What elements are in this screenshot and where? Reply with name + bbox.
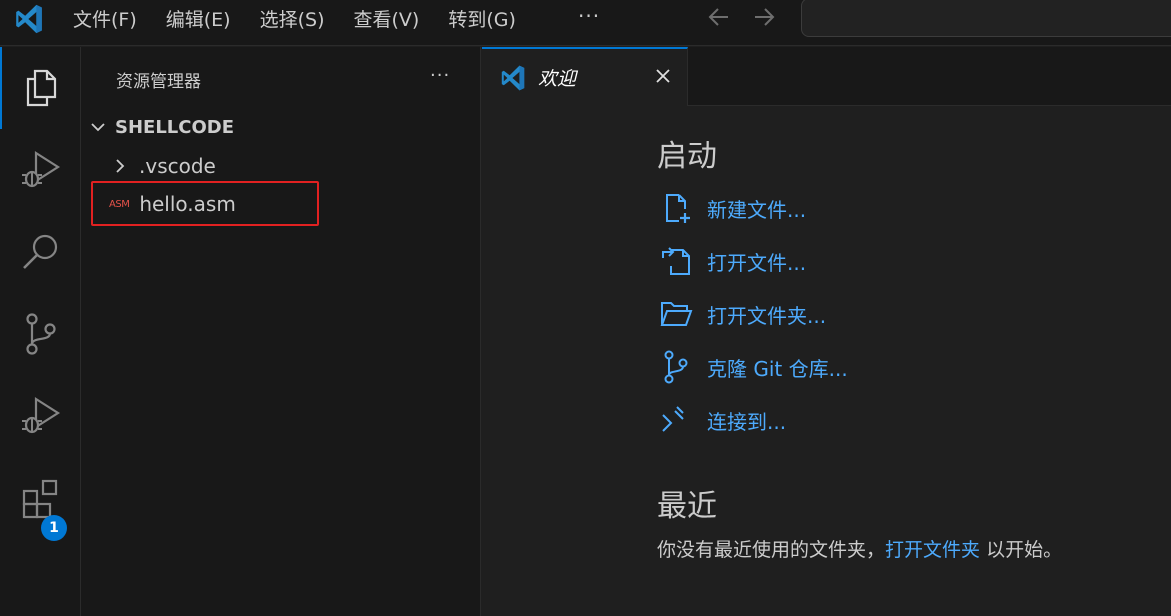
command-center-search[interactable] [801,0,1171,37]
editor-area: 欢迎 启动 新建文件... 打开文件... 打开文件夹... 克隆 Git 仓库… [482,47,1171,616]
vscode-logo-icon [16,4,42,34]
extensions-icon [22,479,57,519]
run-debug-button-2[interactable] [0,375,81,457]
run-debug-icon [21,150,60,188]
recent-open-folder-link[interactable]: 打开文件夹 [885,539,980,561]
highlight-annotation [91,181,319,226]
source-control-button[interactable] [0,293,81,375]
open-folder-link[interactable]: 打开文件夹... [707,300,826,329]
open-file-link[interactable]: 打开文件... [707,247,806,276]
remote-connect-link[interactable]: 连接到... [707,406,786,435]
new-file-action[interactable]: 新建文件... [659,189,806,227]
new-file-link[interactable]: 新建文件... [707,194,806,223]
explorer-sidebar: 资源管理器 ··· SHELLCODE .vscode ASM hello.as… [81,47,481,616]
recent-section-title: 最近 [657,489,717,524]
open-file-action[interactable]: 打开文件... [659,242,806,280]
menu-file[interactable]: 文件(F) [73,5,137,32]
extensions-button[interactable]: 1 [0,457,81,541]
close-icon[interactable] [654,67,672,85]
back-arrow-icon[interactable] [706,4,732,30]
open-folder-action[interactable]: 打开文件夹... [659,295,826,333]
new-file-icon [666,194,690,223]
open-file-icon [662,247,690,275]
menu-edit[interactable]: 编辑(E) [166,5,231,32]
tree-item-label: .vscode [139,154,216,178]
extensions-badge: 1 [41,515,67,541]
menu-more-button[interactable]: ··· [578,4,600,28]
remote-connect-icon [662,406,684,432]
git-clone-icon [664,350,688,384]
recent-suffix: 以开始。 [980,539,1063,561]
title-bar: 文件(F) 编辑(E) 选择(S) 查看(V) 转到(G) ··· [0,0,1171,46]
open-folder-icon [660,302,693,326]
recent-prefix: 你没有最近使用的文件夹， [657,539,886,561]
tab-bar: 欢迎 [482,47,1171,106]
git-clone-action[interactable]: 克隆 Git 仓库... [659,348,848,386]
activity-bar: 1 [0,47,81,616]
chevron-down-icon [91,123,105,132]
tab-label: 欢迎 [538,68,577,90]
recent-empty-message: 你没有最近使用的文件夹，打开文件夹 以开始。 [657,535,1062,562]
files-icon [26,69,56,107]
menu-selection[interactable]: 选择(S) [260,5,325,32]
run-debug-icon [21,396,60,434]
search-button[interactable] [0,211,81,293]
menu-go[interactable]: 转到(G) [448,5,516,32]
git-clone-link[interactable]: 克隆 Git 仓库... [707,353,848,382]
search-icon [22,234,57,269]
workspace-folder-row[interactable]: SHELLCODE [81,109,480,145]
menu-view[interactable]: 查看(V) [354,5,420,32]
tree-item-vscode[interactable]: .vscode [81,148,480,184]
forward-arrow-icon[interactable] [751,4,777,30]
workspace-folder-label: SHELLCODE [115,116,235,138]
run-debug-button[interactable] [0,129,81,211]
menu-bar: 文件(F) 编辑(E) 选择(S) 查看(V) 转到(G) [73,0,545,36]
source-control-icon [25,313,56,355]
remote-connect-action[interactable]: 连接到... [659,401,786,439]
tab-welcome[interactable]: 欢迎 [482,47,688,106]
explorer-button[interactable] [0,47,81,129]
vscode-logo-icon [501,65,525,90]
sidebar-title: 资源管理器 [116,72,201,92]
chevron-right-icon [116,159,125,173]
sidebar-more-button[interactable]: ··· [430,65,450,86]
start-section-title: 启动 [657,139,717,174]
